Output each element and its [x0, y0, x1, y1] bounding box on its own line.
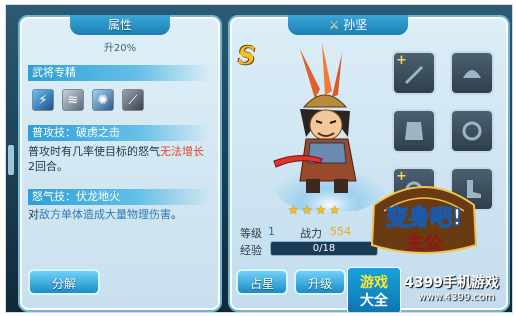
- watermark-line-1: 游戏: [360, 275, 388, 291]
- wind-skill-icon[interactable]: ≋: [62, 89, 84, 111]
- attributes-panel: 属性 升20% 武将专精 ⚡ ≋ ✺ ⟋ 普攻技：破虏之击 普攻时有几率使目标的…: [18, 15, 222, 312]
- necklace-slot[interactable]: [450, 109, 494, 153]
- sword-icon: ⚔: [328, 18, 340, 32]
- svg-text:变身吧!: 变身吧!: [386, 205, 462, 231]
- helmet-equip-icon: [463, 70, 481, 78]
- grade-badge: S: [238, 41, 256, 70]
- hero-right-boot: [334, 179, 348, 193]
- skills-section-header: 武将专精: [28, 65, 210, 81]
- exp-label: 经验: [240, 244, 262, 257]
- power-value: 554: [330, 225, 351, 238]
- rage-skill-description: 对敌方单体造成大量物理伤害。: [28, 207, 208, 222]
- star-button[interactable]: 占星: [236, 269, 288, 295]
- game-screen: 属性 升20% 武将专精 ⚡ ≋ ✺ ⟋ 普攻技：破虏之击 普攻时有几率使目标的…: [5, 4, 513, 313]
- level-value: 1: [268, 225, 275, 238]
- plus-icon: +: [396, 53, 407, 68]
- vortex-skill-icon[interactable]: ✺: [92, 89, 114, 111]
- normal-skill-description: 普攻时有几率使目标的怒气无法增长 2回合。: [28, 144, 208, 174]
- attributes-title: 属性: [70, 15, 170, 35]
- upgrade-button[interactable]: 升级: [294, 269, 346, 295]
- decompose-button[interactable]: 分解: [28, 269, 100, 295]
- watermark-title: 4399手机游戏: [404, 275, 499, 291]
- right-plume: [332, 53, 342, 97]
- star-icon: ★: [329, 203, 341, 217]
- hero-name: 孙坚: [343, 18, 368, 32]
- star-icon: ★: [301, 203, 313, 217]
- rage-skill-desc-highlight: 敌方单体造成大量物理伤害: [39, 208, 171, 221]
- normal-skill-desc-text-2: 2回合。: [28, 160, 68, 173]
- necklace-equip-icon: [462, 121, 482, 141]
- rage-skill-desc-text-2: 。: [171, 208, 182, 221]
- left-page-arrow[interactable]: [8, 145, 14, 175]
- sword-slot[interactable]: +: [392, 51, 436, 95]
- helmet-slot[interactable]: [450, 51, 494, 95]
- exp-value: 0/18: [312, 243, 336, 254]
- rage-skill-desc-text-1: 对: [28, 208, 39, 221]
- hero-left-boot: [306, 179, 320, 193]
- left-plume: [300, 49, 320, 99]
- svg-text:主公: 主公: [406, 232, 442, 254]
- star-rating: ★ ★ ★ ★: [288, 203, 340, 217]
- exp-bar: 0/18: [270, 241, 378, 256]
- center-plume: [322, 43, 332, 95]
- level-label: 等级: [240, 227, 262, 240]
- star-icon: ★: [288, 203, 299, 217]
- lightning-skill-icon[interactable]: ⚡: [32, 89, 54, 111]
- watermark-line-2: 大全: [360, 293, 388, 309]
- armor-slot[interactable]: [392, 109, 436, 153]
- attributes-subtitle: 升20%: [103, 43, 137, 54]
- star-icon: ★: [315, 203, 327, 217]
- normal-skill-desc-highlight: 无法增长: [160, 145, 204, 158]
- armor-equip-icon: [405, 122, 423, 140]
- game-logo: 变身吧! 主公: [370, 186, 478, 255]
- blade-skill-icon[interactable]: ⟋: [122, 89, 144, 111]
- hero-name-title: ⚔ 孙坚: [288, 15, 408, 35]
- rage-skill-header: 怒气技：伏龙地火: [28, 189, 210, 205]
- normal-skill-desc-text-1: 普攻时有几率使目标的怒气: [28, 145, 160, 158]
- normal-skill-header: 普攻技：破虏之击: [28, 125, 210, 141]
- hero-helmet: [302, 94, 348, 108]
- skill-icon-row: ⚡ ≋ ✺ ⟋: [32, 89, 144, 111]
- power-label: 战力: [300, 227, 322, 240]
- watermark-url: www.4399.com: [418, 292, 495, 303]
- watermark-badge: 游戏 大全: [347, 267, 401, 312]
